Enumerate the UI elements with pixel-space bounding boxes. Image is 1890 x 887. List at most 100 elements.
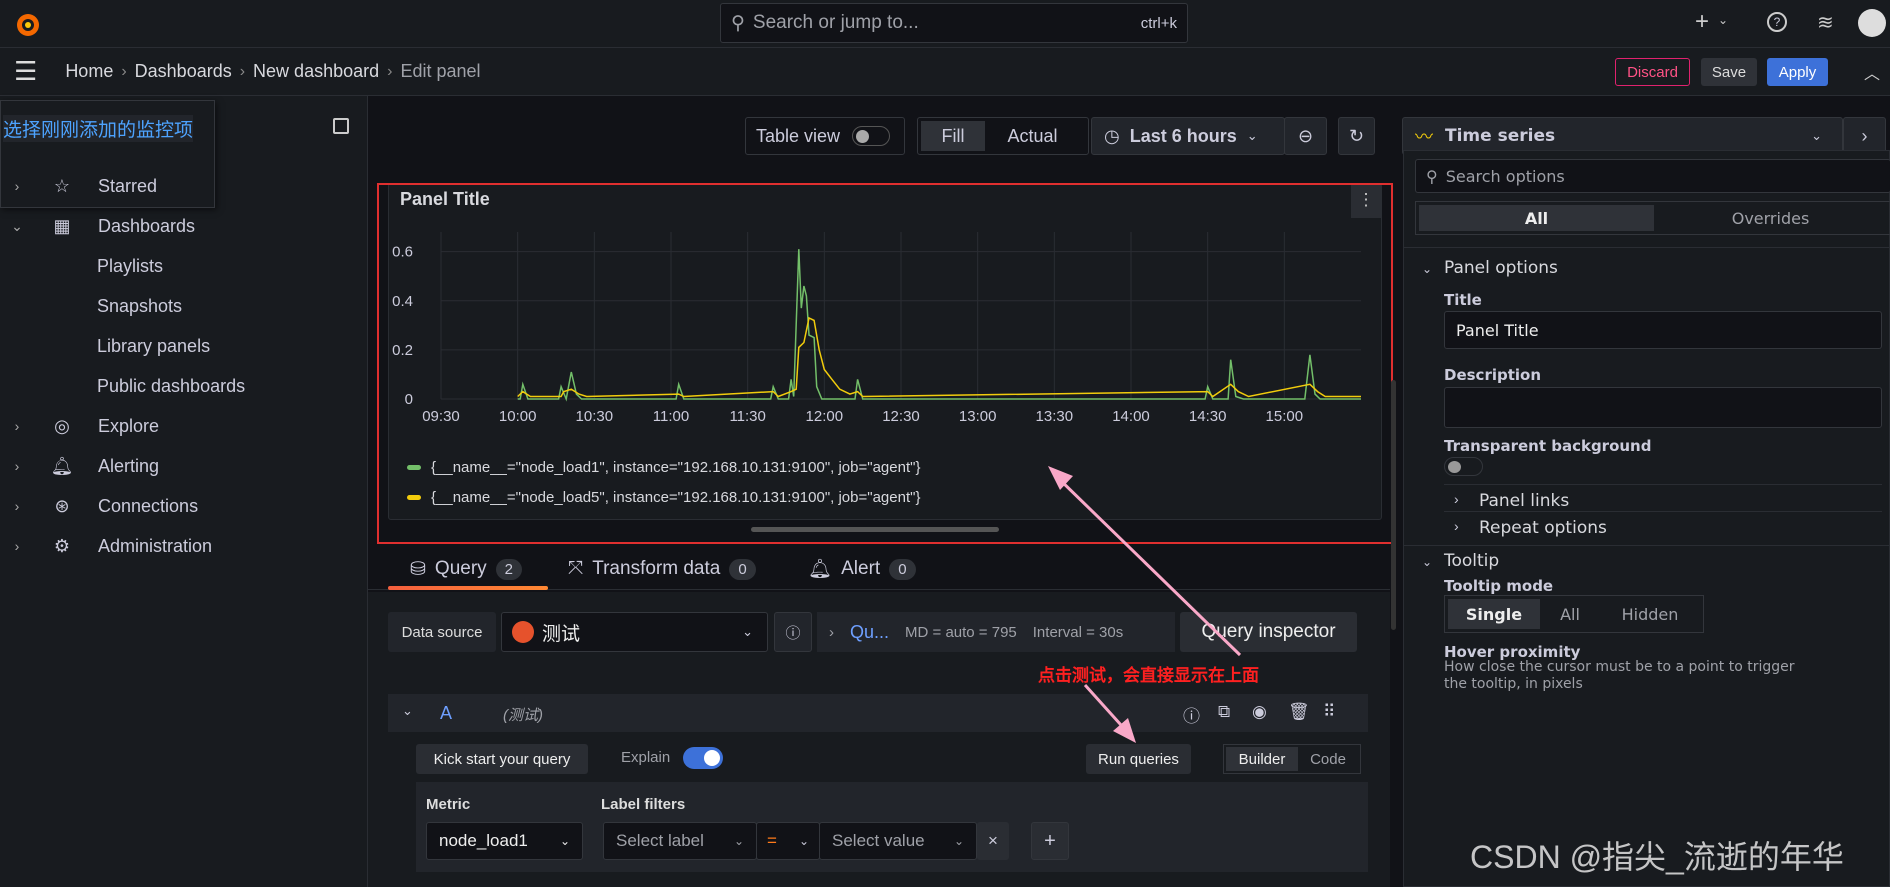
run-queries-button[interactable]: Run queries — [1086, 744, 1191, 774]
overrides-option[interactable]: Overrides — [1654, 205, 1887, 231]
sidebar-item-starred[interactable]: › ☆ Starred — [0, 166, 368, 206]
chevron-down-icon[interactable]: ⌄ — [402, 703, 413, 719]
time-range-picker[interactable]: ◷ Last 6 hours ⌄ — [1091, 117, 1285, 155]
tab-query[interactable]: ⛁ Query 2 — [410, 548, 523, 590]
chevron-down-icon: ⌄ — [733, 834, 744, 848]
toggle-switch[interactable] — [852, 126, 891, 146]
horizontal-scrollbar[interactable] — [751, 527, 999, 532]
clock-icon: ◷ — [1104, 125, 1120, 146]
zoom-out-button[interactable]: ⊖ — [1284, 117, 1327, 155]
time-series-chart[interactable]: 09:30 10:00 10:30 11:00 11:30 12:00 12:30 13:00… — [389, 224, 1379, 454]
code-option[interactable]: Code — [1298, 751, 1358, 768]
sidebar-item-administration[interactable]: › ⚙ Administration — [0, 526, 368, 566]
discard-button[interactable]: Discard — [1615, 58, 1690, 86]
tab-count: 2 — [495, 558, 523, 580]
apply-button[interactable]: Apply — [1767, 58, 1828, 86]
kick-start-button[interactable]: Kick start your query — [416, 744, 588, 774]
sidebar-item-snapshots[interactable]: Snapshots — [0, 286, 368, 326]
label-select[interactable]: Select label ⌄ — [603, 822, 757, 860]
tooltip-mode-all[interactable]: All — [1540, 599, 1600, 629]
sidebar-item-label: Alerting — [98, 455, 160, 476]
chevron-down-icon: ⌄ — [11, 217, 23, 234]
avatar[interactable] — [1858, 9, 1886, 37]
x-tick-label: 13:30 — [1036, 408, 1074, 425]
repeat-options-header[interactable]: Repeat options — [1479, 518, 1607, 538]
search-options-input[interactable]: ⚲ Search options — [1415, 159, 1890, 193]
chevron-down-icon[interactable]: ⌄ — [1718, 13, 1728, 27]
transparent-toggle[interactable] — [1444, 457, 1483, 476]
dock-menu-icon[interactable] — [333, 118, 349, 134]
drag-handle-icon[interactable]: ⠿ — [1323, 702, 1335, 722]
legend-item[interactable]: {__name__="node_load1", instance="192.16… — [407, 459, 920, 476]
query-ref-id[interactable]: A — [440, 703, 452, 724]
news-feed-icon[interactable]: ≋ — [1817, 10, 1834, 35]
hover-proximity-description: How close the cursor must be to a point … — [1444, 659, 1795, 692]
sidebar-item-label: Starred — [98, 175, 158, 196]
metric-select[interactable]: node_load1 ⌄ — [426, 822, 583, 860]
tooltip-header[interactable]: Tooltip — [1444, 551, 1499, 571]
fill-option[interactable]: Fill — [921, 121, 985, 151]
collapse-icon[interactable]: ︿ — [1864, 60, 1880, 84]
data-source-picker[interactable]: 测试 ⌄ — [501, 612, 768, 652]
duplicate-icon[interactable]: ⧉ — [1218, 702, 1230, 722]
sidebar-item-library-panels[interactable]: Library panels — [0, 326, 368, 366]
panel-options-header[interactable]: Panel options — [1444, 258, 1558, 278]
chevron-down-icon[interactable]: ⌄ — [1422, 555, 1432, 569]
value-select[interactable]: Select value ⌄ — [819, 822, 977, 860]
builder-option[interactable]: Builder — [1226, 747, 1298, 771]
transparent-label: Transparent background — [1444, 437, 1652, 455]
table-view-label: Table view — [756, 125, 841, 146]
chevron-right-icon[interactable]: › — [1454, 491, 1459, 507]
explain-toggle[interactable] — [683, 747, 723, 769]
actual-option[interactable]: Actual — [985, 126, 1080, 147]
operator-select[interactable]: = ⌄ — [756, 822, 820, 860]
help-button[interactable]: ⓘ — [774, 612, 812, 652]
all-option[interactable]: All — [1419, 205, 1654, 231]
grafana-logo-icon[interactable] — [14, 8, 42, 40]
help-icon[interactable]: ? — [1767, 12, 1787, 32]
vertical-scrollbar[interactable] — [1391, 380, 1396, 630]
help-icon[interactable]: ⓘ — [1183, 702, 1200, 727]
divider — [1444, 484, 1882, 485]
remove-filter-button[interactable]: × — [977, 822, 1009, 860]
trash-icon[interactable]: 🗑︎ — [1288, 702, 1310, 722]
sidebar-item-connections[interactable]: › ⊛ Connections — [0, 486, 368, 526]
breadcrumb-new-dashboard[interactable]: New dashboard — [253, 61, 379, 82]
breadcrumb-home[interactable]: Home — [65, 61, 113, 82]
title-label: Title — [1444, 291, 1482, 309]
breadcrumb-dashboards[interactable]: Dashboards — [135, 61, 232, 82]
chevron-right-icon[interactable]: › — [1454, 518, 1459, 534]
search-input[interactable]: ⚲ Search or jump to... ctrl+k — [720, 3, 1188, 43]
chevron-down-icon: ⌄ — [1811, 128, 1822, 143]
query-row-header[interactable]: ⌄ A (测试) ⓘ ⧉ ◉ 🗑︎ ⠿ — [388, 694, 1368, 732]
sidebar-item-public-dashboards[interactable]: Public dashboards — [0, 366, 368, 406]
add-filter-button[interactable]: + — [1031, 822, 1069, 860]
sidebar-item-explore[interactable]: › ◎ Explore — [0, 406, 368, 446]
panel-links-header[interactable]: Panel links — [1479, 491, 1569, 511]
chevron-right-icon: › — [14, 178, 20, 194]
chevron-down-icon[interactable]: ⌄ — [1422, 262, 1432, 276]
legend-item[interactable]: {__name__="node_load5", instance="192.16… — [407, 489, 920, 506]
save-button[interactable]: Save — [1701, 58, 1757, 86]
x-tick-label: 10:30 — [576, 408, 614, 425]
description-textarea[interactable] — [1444, 387, 1882, 428]
tab-transform-data[interactable]: ⤧ Transform data 0 — [568, 548, 756, 590]
menu-icon[interactable]: ☰ — [14, 56, 37, 87]
sidebar-item-playlists[interactable]: Playlists — [0, 246, 368, 286]
tab-alert[interactable]: 🔔︎ Alert 0 — [808, 548, 916, 590]
table-view-toggle[interactable]: Table view — [745, 117, 905, 155]
sidebar-item-dashboards[interactable]: ⌄ ▦ Dashboards — [0, 206, 368, 246]
query-inspector-button[interactable]: Query inspector — [1180, 612, 1357, 652]
add-icon[interactable]: + — [1695, 8, 1709, 36]
title-input[interactable]: Panel Title — [1444, 311, 1882, 349]
sidebar-item-alerting[interactable]: › 🔔︎ Alerting — [0, 446, 368, 486]
eye-icon[interactable]: ◉ — [1252, 702, 1267, 722]
refresh-button[interactable]: ↻ — [1338, 117, 1375, 155]
search-placeholder: Search or jump to... — [752, 12, 919, 33]
tooltip-mode-single[interactable]: Single — [1448, 599, 1540, 629]
tooltip-mode-label: Tooltip mode — [1444, 577, 1554, 595]
panel-menu-icon[interactable]: ⋮ — [1351, 184, 1381, 218]
tooltip-mode-hidden[interactable]: Hidden — [1600, 599, 1700, 629]
query-options[interactable]: › Qu... MD = auto = 795 Interval = 30s — [817, 612, 1175, 652]
shortcut-hint: ctrl+k — [1140, 14, 1177, 32]
